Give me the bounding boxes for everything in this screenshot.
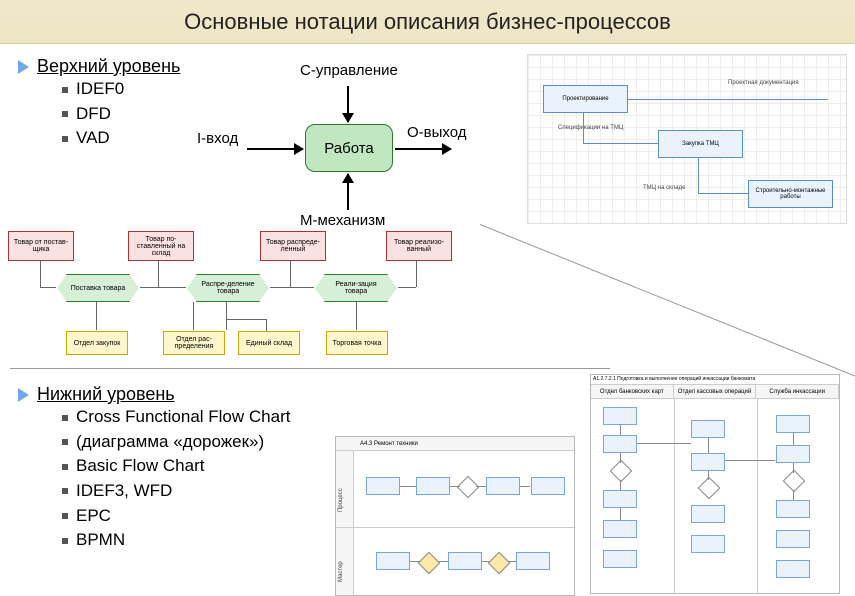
tr-box-1: Закупка ТМЦ	[658, 130, 743, 158]
thumb1-lane-0: Процесс	[338, 488, 344, 512]
bottom-level-block: Нижний уровень Cross Functional Flow Cha…	[18, 384, 290, 553]
tr-line-1a	[583, 113, 584, 143]
idef0-o-label: O-выход	[407, 124, 467, 141]
bot-item-0: Cross Functional Flow Chart	[62, 405, 290, 430]
mid-green-0: Поставка товара	[66, 274, 130, 302]
thumb2-col-1: Отдел кассовых операций	[674, 385, 757, 398]
thumb1-title: A4.3 Ремонт техники	[336, 437, 574, 451]
top-item-2: VAD	[62, 126, 180, 151]
idef0-diagram: C-управление I-вход Работа O-выход M-мех…	[185, 62, 505, 227]
separator-line-2	[10, 368, 610, 369]
bullet-icon	[18, 60, 29, 74]
idef0-arrow-c	[347, 86, 349, 122]
mid-pink-2: Товар распреде-ленный	[260, 231, 326, 261]
bot-item-2: Basic Flow Chart	[62, 454, 290, 479]
mid-yellow-3: Торговая точка	[326, 331, 388, 355]
page-title: Основные нотации описания бизнес-процесс…	[0, 0, 855, 44]
bottom-level-heading: Нижний уровень	[18, 384, 290, 405]
thumb-bpmn: A1.2.7.2.1 Подготовка и выполнение опера…	[590, 374, 840, 594]
idef0-arrow-i	[247, 148, 303, 150]
idef0-arrow-m	[347, 174, 349, 210]
content: Верхний уровень IDEF0 DFD VAD C-управлен…	[0, 44, 855, 578]
idef0-i-label: I-вход	[197, 130, 238, 147]
idef0-work-box: Работа	[305, 124, 393, 172]
thumb2-title: A1.2.7.2.1 Подготовка и выполнение опера…	[591, 375, 839, 385]
top-level-block: Верхний уровень IDEF0 DFD VAD	[18, 56, 180, 151]
bot-item-1: (диаграмма «дорожек»)	[62, 430, 290, 455]
tr-line-2b	[698, 193, 748, 194]
top-level-heading: Верхний уровень	[18, 56, 180, 77]
thumb1-lane-1: Мастер	[338, 561, 344, 582]
mid-yellow-2: Единый склад	[238, 331, 300, 355]
mid-pink-1: Товар по-ставленный на склад	[128, 231, 194, 261]
thumb-crossfunc: A4.3 Ремонт техники Процесс Мастер	[335, 436, 575, 596]
mid-diagram: Товар от постав-щика Товар по-ставленный…	[8, 219, 483, 364]
tr-line-2a	[698, 158, 699, 193]
thumb2-col-0: Отдел банковских карт	[591, 385, 674, 398]
tr-lbl-2: ТМЦ на складе	[643, 185, 685, 191]
tr-box-0: Проектирование	[543, 85, 628, 113]
thumb2-col-2: Служба инкассации	[756, 385, 839, 398]
idef0-c-label: C-управление	[300, 62, 398, 79]
bot-item-5: BPMN	[62, 528, 290, 553]
tr-box-2: Строительно-монтажные работы	[748, 180, 833, 208]
mid-yellow-0: Отдел закупок	[66, 331, 128, 355]
top-item-1: DFD	[62, 102, 180, 127]
mid-pink-0: Товар от постав-щика	[8, 231, 74, 261]
bullet-icon	[18, 388, 29, 402]
topright-diagram: Проектирование Проектная документация Сп…	[527, 54, 847, 224]
tr-lbl-1: Спецификации на ТМЦ	[558, 125, 623, 131]
mid-pink-3: Товар реализо-ванный	[386, 231, 452, 261]
bot-item-4: EPC	[62, 504, 290, 529]
idef0-arrow-o	[395, 148, 451, 150]
mid-yellow-1: Отдел рас-пределения	[163, 331, 225, 355]
tr-line-0	[628, 99, 828, 100]
heading-text: Верхний уровень	[37, 56, 180, 77]
mid-green-2: Реали-зация товара	[324, 274, 388, 302]
bot-item-3: IDEF3, WFD	[62, 479, 290, 504]
tr-line-1b	[583, 143, 658, 144]
top-item-0: IDEF0	[62, 77, 180, 102]
mid-green-1: Распре-деление товара	[196, 274, 260, 302]
heading-text: Нижний уровень	[37, 384, 175, 405]
tr-lbl-0: Проектная документация	[728, 80, 799, 86]
